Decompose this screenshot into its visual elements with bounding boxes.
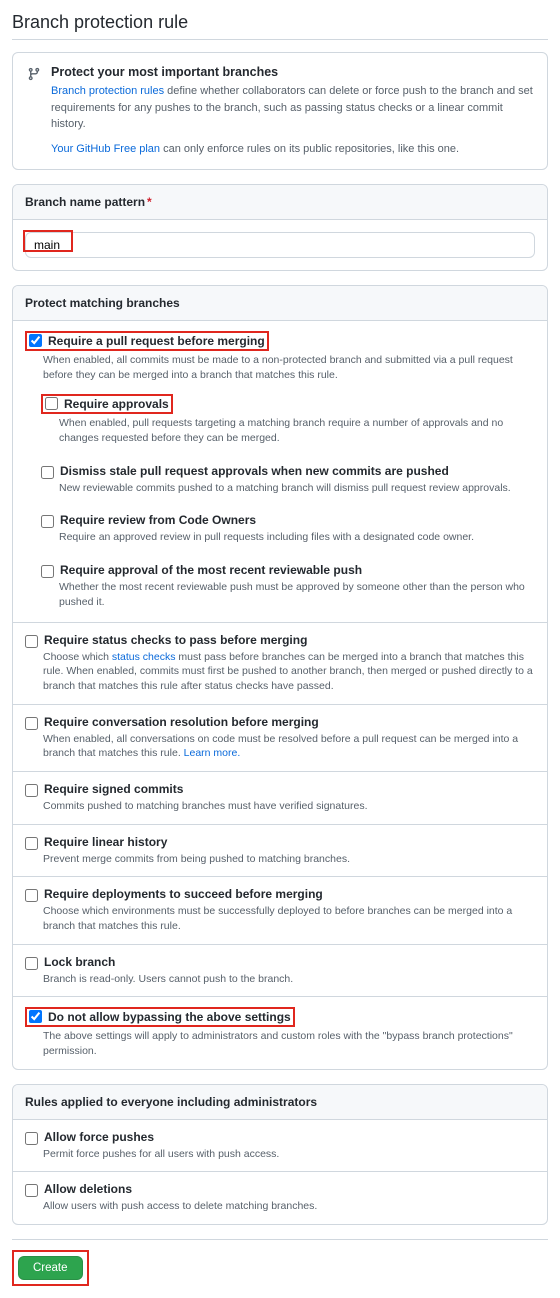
checkbox-linear[interactable] (25, 837, 38, 850)
rule-require-pr: Require a pull request before merging Wh… (13, 321, 547, 392)
desc-require-pr: When enabled, all commits must be made t… (43, 353, 535, 382)
label-require-pr: Require a pull request before merging (48, 334, 265, 348)
branch-icon (27, 65, 41, 157)
desc-code-owners: Require an approved review in pull reque… (59, 530, 535, 545)
checkbox-deletions[interactable] (25, 1184, 38, 1197)
checkbox-require-pr[interactable] (29, 334, 42, 347)
branch-name-header2: Branch name pattern* (13, 185, 547, 220)
rule-lock: Lock branch Branch is read-only. Users c… (13, 944, 547, 997)
protect-box: Protect matching branches Require a pull… (12, 285, 548, 1070)
intro-line1: Branch protection rules define whether c… (51, 83, 533, 133)
label-conversation: Require conversation resolution before m… (44, 715, 319, 729)
rule-force-pushes: Allow force pushes Permit force pushes f… (13, 1120, 547, 1172)
label-dismiss-stale: Dismiss stale pull request approvals whe… (60, 464, 449, 478)
admin-header: Rules applied to everyone including admi… (13, 1085, 547, 1120)
checkbox-conversation[interactable] (25, 717, 38, 730)
rule-conversation: Require conversation resolution before m… (13, 704, 547, 771)
desc-conversation: When enabled, all conversations on code … (43, 732, 535, 761)
desc-no-bypass: The above settings will apply to adminis… (43, 1029, 535, 1058)
page-title: Branch protection rule (12, 12, 548, 40)
rule-require-approvals: Require approvals When enabled, pull req… (13, 392, 547, 455)
desc-signed: Commits pushed to matching branches must… (43, 799, 535, 814)
learn-more-link[interactable]: Learn more. (184, 747, 241, 759)
intro-heading: Protect your most important branches (51, 65, 533, 79)
checkbox-deployments[interactable] (25, 889, 38, 902)
desc-force-pushes: Permit force pushes for all users with p… (43, 1147, 535, 1162)
rule-deployments: Require deployments to succeed before me… (13, 876, 547, 943)
label-status-checks: Require status checks to pass before mer… (44, 633, 307, 647)
highlight-no-bypass: Do not allow bypassing the above setting… (25, 1007, 295, 1027)
desc-dismiss-stale: New reviewable commits pushed to a match… (59, 481, 535, 496)
label-linear: Require linear history (44, 835, 167, 849)
github-plan-link[interactable]: Your GitHub Free plan (51, 143, 160, 155)
checkbox-require-approvals[interactable] (45, 397, 58, 410)
checkbox-recent-push[interactable] (41, 565, 54, 578)
rule-signed: Require signed commits Commits pushed to… (13, 771, 547, 824)
rule-no-bypass: Do not allow bypassing the above setting… (13, 996, 547, 1068)
label-code-owners: Require review from Code Owners (60, 513, 256, 527)
desc-recent-push: Whether the most recent reviewable push … (59, 580, 535, 609)
branch-name-box2: Branch name pattern* (12, 184, 548, 271)
highlight-require-approvals: Require approvals (41, 394, 173, 414)
desc-status-checks: Choose which status checks must pass bef… (43, 650, 535, 694)
checkbox-status-checks[interactable] (25, 635, 38, 648)
intro-box: Protect your most important branches Bra… (12, 52, 548, 170)
footer-separator (12, 1239, 548, 1240)
protect-header: Protect matching branches (13, 286, 547, 321)
checkbox-no-bypass[interactable] (29, 1010, 42, 1023)
rule-recent-push: Require approval of the most recent revi… (13, 555, 547, 621)
highlight-create-button: Create (12, 1250, 89, 1286)
rule-deletions: Allow deletions Allow users with push ac… (13, 1171, 547, 1224)
label-force-pushes: Allow force pushes (44, 1130, 154, 1144)
highlight-require-pr: Require a pull request before merging (25, 331, 269, 351)
label-recent-push: Require approval of the most recent revi… (60, 563, 362, 577)
label-signed: Require signed commits (44, 782, 183, 796)
desc-linear: Prevent merge commits from being pushed … (43, 852, 535, 867)
label-require-approvals: Require approvals (64, 397, 169, 411)
desc-require-approvals: When enabled, pull requests targeting a … (59, 416, 535, 445)
intro-line2: Your GitHub Free plan can only enforce r… (51, 141, 533, 158)
admin-box: Rules applied to everyone including admi… (12, 1084, 548, 1225)
checkbox-signed[interactable] (25, 784, 38, 797)
checkbox-force-pushes[interactable] (25, 1132, 38, 1145)
checkbox-lock[interactable] (25, 957, 38, 970)
checkbox-dismiss-stale[interactable] (41, 466, 54, 479)
branch-name-input[interactable] (25, 232, 535, 258)
rule-status-checks: Require status checks to pass before mer… (13, 622, 547, 704)
desc-deployments: Choose which environments must be succes… (43, 904, 535, 933)
status-checks-link[interactable]: status checks (112, 651, 176, 663)
label-lock: Lock branch (44, 955, 115, 969)
rule-code-owners: Require review from Code Owners Require … (13, 505, 547, 555)
label-deletions: Allow deletions (44, 1182, 132, 1196)
rule-dismiss-stale: Dismiss stale pull request approvals whe… (13, 456, 547, 506)
checkbox-code-owners[interactable] (41, 515, 54, 528)
rule-linear: Require linear history Prevent merge com… (13, 824, 547, 877)
desc-deletions: Allow users with push access to delete m… (43, 1199, 535, 1214)
label-no-bypass: Do not allow bypassing the above setting… (48, 1010, 291, 1024)
desc-lock: Branch is read-only. Users cannot push t… (43, 972, 535, 987)
label-deployments: Require deployments to succeed before me… (44, 887, 323, 901)
create-button[interactable]: Create (18, 1256, 83, 1280)
branch-protection-rules-link[interactable]: Branch protection rules (51, 85, 164, 97)
